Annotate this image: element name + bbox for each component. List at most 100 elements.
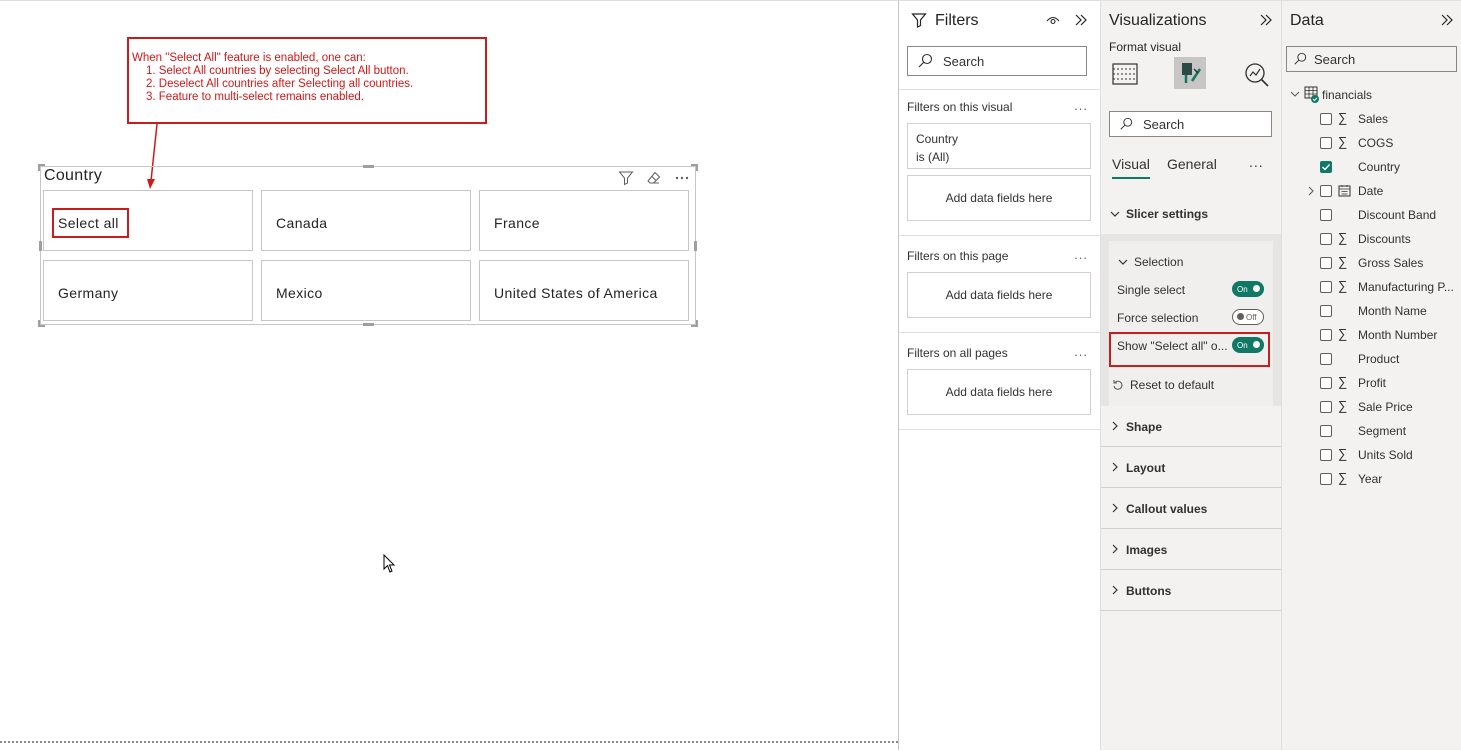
eye-icon[interactable] (1045, 13, 1061, 27)
single-select-toggle[interactable]: On (1232, 281, 1264, 297)
slicer-tile-germany[interactable]: Germany (43, 260, 253, 321)
search-placeholder: Search (1143, 116, 1185, 132)
slicer-tile-mexico[interactable]: Mexico (261, 260, 471, 321)
field-checkbox[interactable] (1320, 113, 1332, 125)
sigma-icon: ∑ (1338, 326, 1348, 341)
build-visual-icon[interactable] (1111, 60, 1139, 88)
eraser-icon[interactable] (645, 169, 663, 187)
pane-title: Filters (935, 12, 979, 29)
field-manufacturing-price[interactable]: ∑ Manufacturing P... (1282, 275, 1461, 299)
field-checkbox[interactable] (1320, 449, 1332, 461)
field-month-name[interactable]: Month Name (1282, 299, 1461, 323)
filter-field-value: is (All) (916, 150, 950, 164)
table-financials[interactable]: financials (1282, 83, 1461, 107)
annotation-item: 2. Deselect All countries after Selectin… (146, 78, 414, 90)
add-data-fields-all-pages[interactable]: Add data fields here (907, 369, 1091, 415)
section-shape[interactable]: Shape (1101, 406, 1281, 447)
slicer-settings-header[interactable]: Slicer settings (1110, 207, 1208, 221)
single-select-label: Single select (1117, 283, 1186, 297)
chevron-down-icon (1290, 91, 1300, 97)
field-checkbox[interactable] (1320, 353, 1332, 365)
collapse-pane-icon[interactable] (1440, 13, 1454, 27)
field-segment[interactable]: Segment (1282, 419, 1461, 443)
format-visual-label: Format visual (1109, 40, 1182, 54)
resize-handle[interactable] (696, 320, 698, 327)
section-layout[interactable]: Layout (1101, 447, 1281, 488)
field-product[interactable]: Product (1282, 347, 1461, 371)
more-options-icon[interactable]: ... (1074, 98, 1088, 113)
section-callout-values[interactable]: Callout values (1101, 488, 1281, 529)
filter-icon[interactable] (617, 169, 635, 187)
reset-to-default[interactable]: Reset to default (1112, 378, 1214, 392)
resize-handle[interactable] (38, 164, 40, 171)
chevron-right-icon[interactable] (1306, 185, 1316, 197)
analytics-icon[interactable] (1243, 61, 1271, 89)
field-date[interactable]: Date (1282, 179, 1461, 203)
field-profit[interactable]: ∑ Profit (1282, 371, 1461, 395)
viz-search-input[interactable]: Search (1109, 111, 1272, 137)
filters-on-page-title: Filters on this page (907, 249, 1009, 263)
resize-handle[interactable] (694, 241, 697, 251)
field-gross-sales[interactable]: ∑ Gross Sales (1282, 251, 1461, 275)
field-name: Segment (1358, 424, 1407, 438)
section-images[interactable]: Images (1101, 529, 1281, 570)
tab-general[interactable]: General (1167, 156, 1217, 172)
toggle-knob (1253, 285, 1260, 292)
field-checkbox[interactable] (1320, 425, 1332, 437)
resize-handle[interactable] (39, 241, 42, 251)
collapse-pane-icon[interactable] (1074, 13, 1088, 27)
field-checkbox[interactable] (1320, 473, 1332, 485)
more-options-icon[interactable]: ... (1074, 247, 1088, 262)
resize-handle[interactable] (363, 323, 374, 326)
field-units-sold[interactable]: ∑ Units Sold (1282, 443, 1461, 467)
field-checkbox[interactable] (1320, 305, 1332, 317)
collapse-pane-icon[interactable] (1259, 13, 1273, 27)
add-data-fields-page[interactable]: Add data fields here (907, 272, 1091, 318)
section-label: Layout (1126, 461, 1166, 475)
field-cogs[interactable]: ∑ COGS (1282, 131, 1461, 155)
section-buttons[interactable]: Buttons (1101, 570, 1281, 611)
filters-on-all-pages-title: Filters on all pages (907, 346, 1008, 360)
report-canvas[interactable]: When "Select All" feature is enabled, on… (0, 0, 898, 750)
slicer-tile-usa[interactable]: United States of America (479, 260, 689, 321)
tab-visual[interactable]: Visual (1112, 156, 1150, 172)
resize-handle[interactable] (38, 320, 40, 327)
field-discount-band[interactable]: Discount Band (1282, 203, 1461, 227)
field-checkbox[interactable] (1320, 329, 1332, 341)
field-checkbox[interactable] (1320, 257, 1332, 269)
add-data-fields-visual[interactable]: Add data fields here (907, 175, 1091, 221)
field-sales[interactable]: ∑ Sales (1282, 107, 1461, 131)
field-discounts[interactable]: ∑ Discounts (1282, 227, 1461, 251)
field-country[interactable]: Country (1282, 155, 1461, 179)
more-options-icon[interactable] (673, 169, 691, 187)
filter-card-country[interactable]: Country is (All) (907, 123, 1091, 169)
calendar-icon (1338, 185, 1351, 197)
field-checkbox[interactable] (1320, 401, 1332, 413)
field-checkbox[interactable] (1320, 281, 1332, 293)
filters-search-input[interactable]: Search (907, 46, 1087, 76)
resize-handle[interactable] (363, 165, 374, 168)
slicer-tile-france[interactable]: France (479, 190, 689, 251)
selection-header[interactable]: Selection (1118, 255, 1183, 269)
field-year[interactable]: ∑ Year (1282, 467, 1461, 491)
filters-pane: Filters Search Filters on this visual ..… (898, 0, 1100, 750)
resize-handle[interactable] (696, 164, 698, 171)
field-checkbox[interactable] (1320, 137, 1332, 149)
field-name: Profit (1358, 376, 1387, 390)
format-tab-selected[interactable] (1174, 57, 1206, 89)
field-sale-price[interactable]: ∑ Sale Price (1282, 395, 1461, 419)
more-options-icon[interactable]: ... (1074, 344, 1088, 359)
annotation-textbox[interactable]: When "Select All" feature is enabled, on… (127, 37, 487, 124)
filters-on-visual-title: Filters on this visual (907, 100, 1013, 114)
field-name: Discounts (1358, 232, 1411, 246)
slicer-tile-canada[interactable]: Canada (261, 190, 471, 251)
field-checkbox[interactable] (1320, 233, 1332, 245)
field-checkbox[interactable] (1320, 377, 1332, 389)
field-checkbox[interactable] (1320, 185, 1332, 197)
field-month-number[interactable]: ∑ Month Number (1282, 323, 1461, 347)
field-checkbox[interactable] (1320, 209, 1332, 221)
field-checkbox[interactable] (1320, 161, 1332, 173)
data-search-input[interactable]: Search (1286, 46, 1457, 72)
force-selection-toggle[interactable]: Off (1232, 309, 1264, 325)
more-options-icon[interactable]: ... (1249, 154, 1264, 170)
